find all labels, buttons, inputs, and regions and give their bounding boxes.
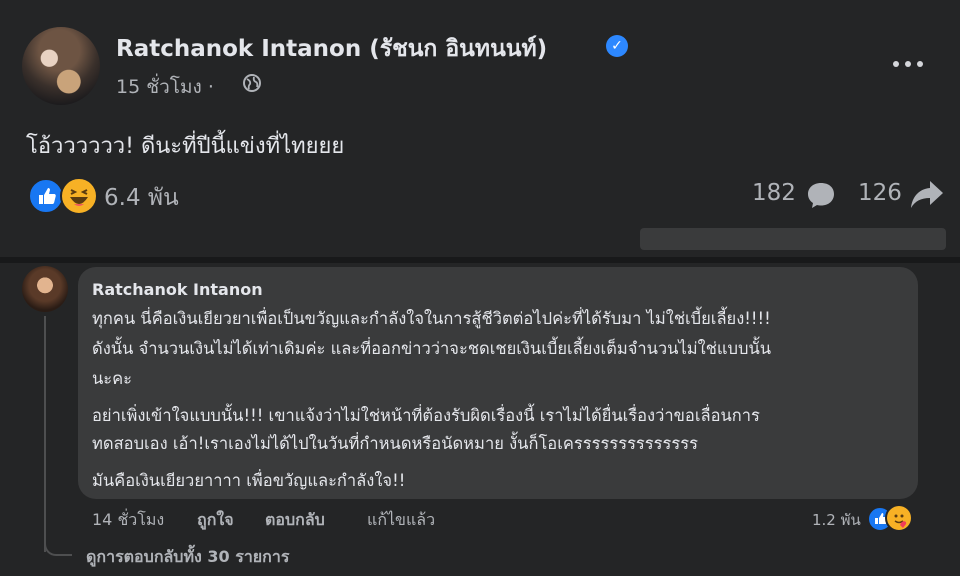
more-icon[interactable] [890,52,934,72]
action-bar-stub [640,228,946,250]
comment-edited-label: แก้ไขแล้ว [367,510,436,529]
comment-timestamp[interactable]: 14 ชั่วโมง [92,508,164,533]
author-avatar[interactable] [22,27,100,105]
comment-reactions-count[interactable]: 1.2 พัน [812,508,861,532]
view-replies-link[interactable]: ดูการตอบกลับทั้ง 30 รายการ [86,545,289,570]
comment-line: ดังนั้น จำนวนเงินไม่ได้เท่าเดิมค่ะ และที… [92,339,772,358]
comment-icon [808,183,834,208]
care-icon [885,504,913,532]
shares-count[interactable]: 126 [858,180,902,206]
comment-line: ทุกคน นี่คือเงินเยียวยาเพื่อเป็นขวัญและก… [92,309,771,328]
post-author-name[interactable]: Ratchanok Intanon (รัชนก อินทนนท์) [116,31,547,67]
comment-line: อย่าเพิ่งเข้าใจแบบนั้น!!! เขาแจ้งว่าไม่ใ… [92,406,760,425]
comment-line: ทดสอบเอง เอ้า!เราเองไม่ได้ไปในวันที่กำหน… [92,434,698,453]
comment-line: มันคือเงินเยียวยาาาา เพื่อขวัญและกำลังใจ… [92,471,406,490]
comment-reply-link[interactable]: ตอบกลับ [265,508,325,533]
post-timestamp[interactable]: 15 ชั่วโมง · [116,72,214,102]
haha-icon [60,177,98,215]
reactions-count[interactable]: 6.4 พัน [104,180,179,216]
comment-like-link[interactable]: ถูกใจ [197,508,234,533]
comment-bubble [78,267,918,499]
share-icon [911,181,943,208]
post-text: โอ้วววววว! ดีนะที่ปีนี้แข่งที่ไทยยย [26,134,345,159]
globe-icon [243,74,261,92]
comments-count[interactable]: 182 [752,180,796,206]
verified-icon: ✓ [606,35,628,57]
like-icon [28,178,64,214]
comment-author[interactable]: Ratchanok Intanon [92,280,263,299]
commenter-avatar[interactable] [22,266,68,312]
comment-line: นะคะ [92,369,133,388]
thread-line [44,316,46,552]
thread-connector [44,540,72,556]
